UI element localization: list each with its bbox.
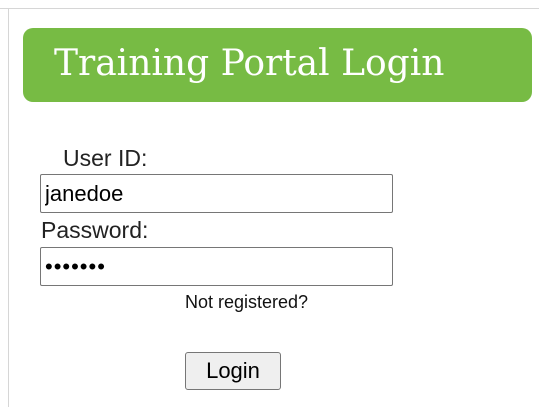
password-input[interactable] xyxy=(40,247,393,286)
frame-top-border xyxy=(0,8,539,9)
login-button[interactable]: Login xyxy=(185,352,281,390)
userid-label: User ID: xyxy=(63,145,148,171)
login-page: Training Portal Login User ID: Password:… xyxy=(0,0,539,407)
frame-left-border xyxy=(8,8,9,407)
not-registered-link[interactable]: Not registered? xyxy=(185,291,308,313)
page-title: Training Portal Login xyxy=(54,43,445,84)
password-label: Password: xyxy=(41,217,149,243)
userid-input[interactable] xyxy=(40,174,393,213)
title-bar: Training Portal Login xyxy=(23,28,532,102)
